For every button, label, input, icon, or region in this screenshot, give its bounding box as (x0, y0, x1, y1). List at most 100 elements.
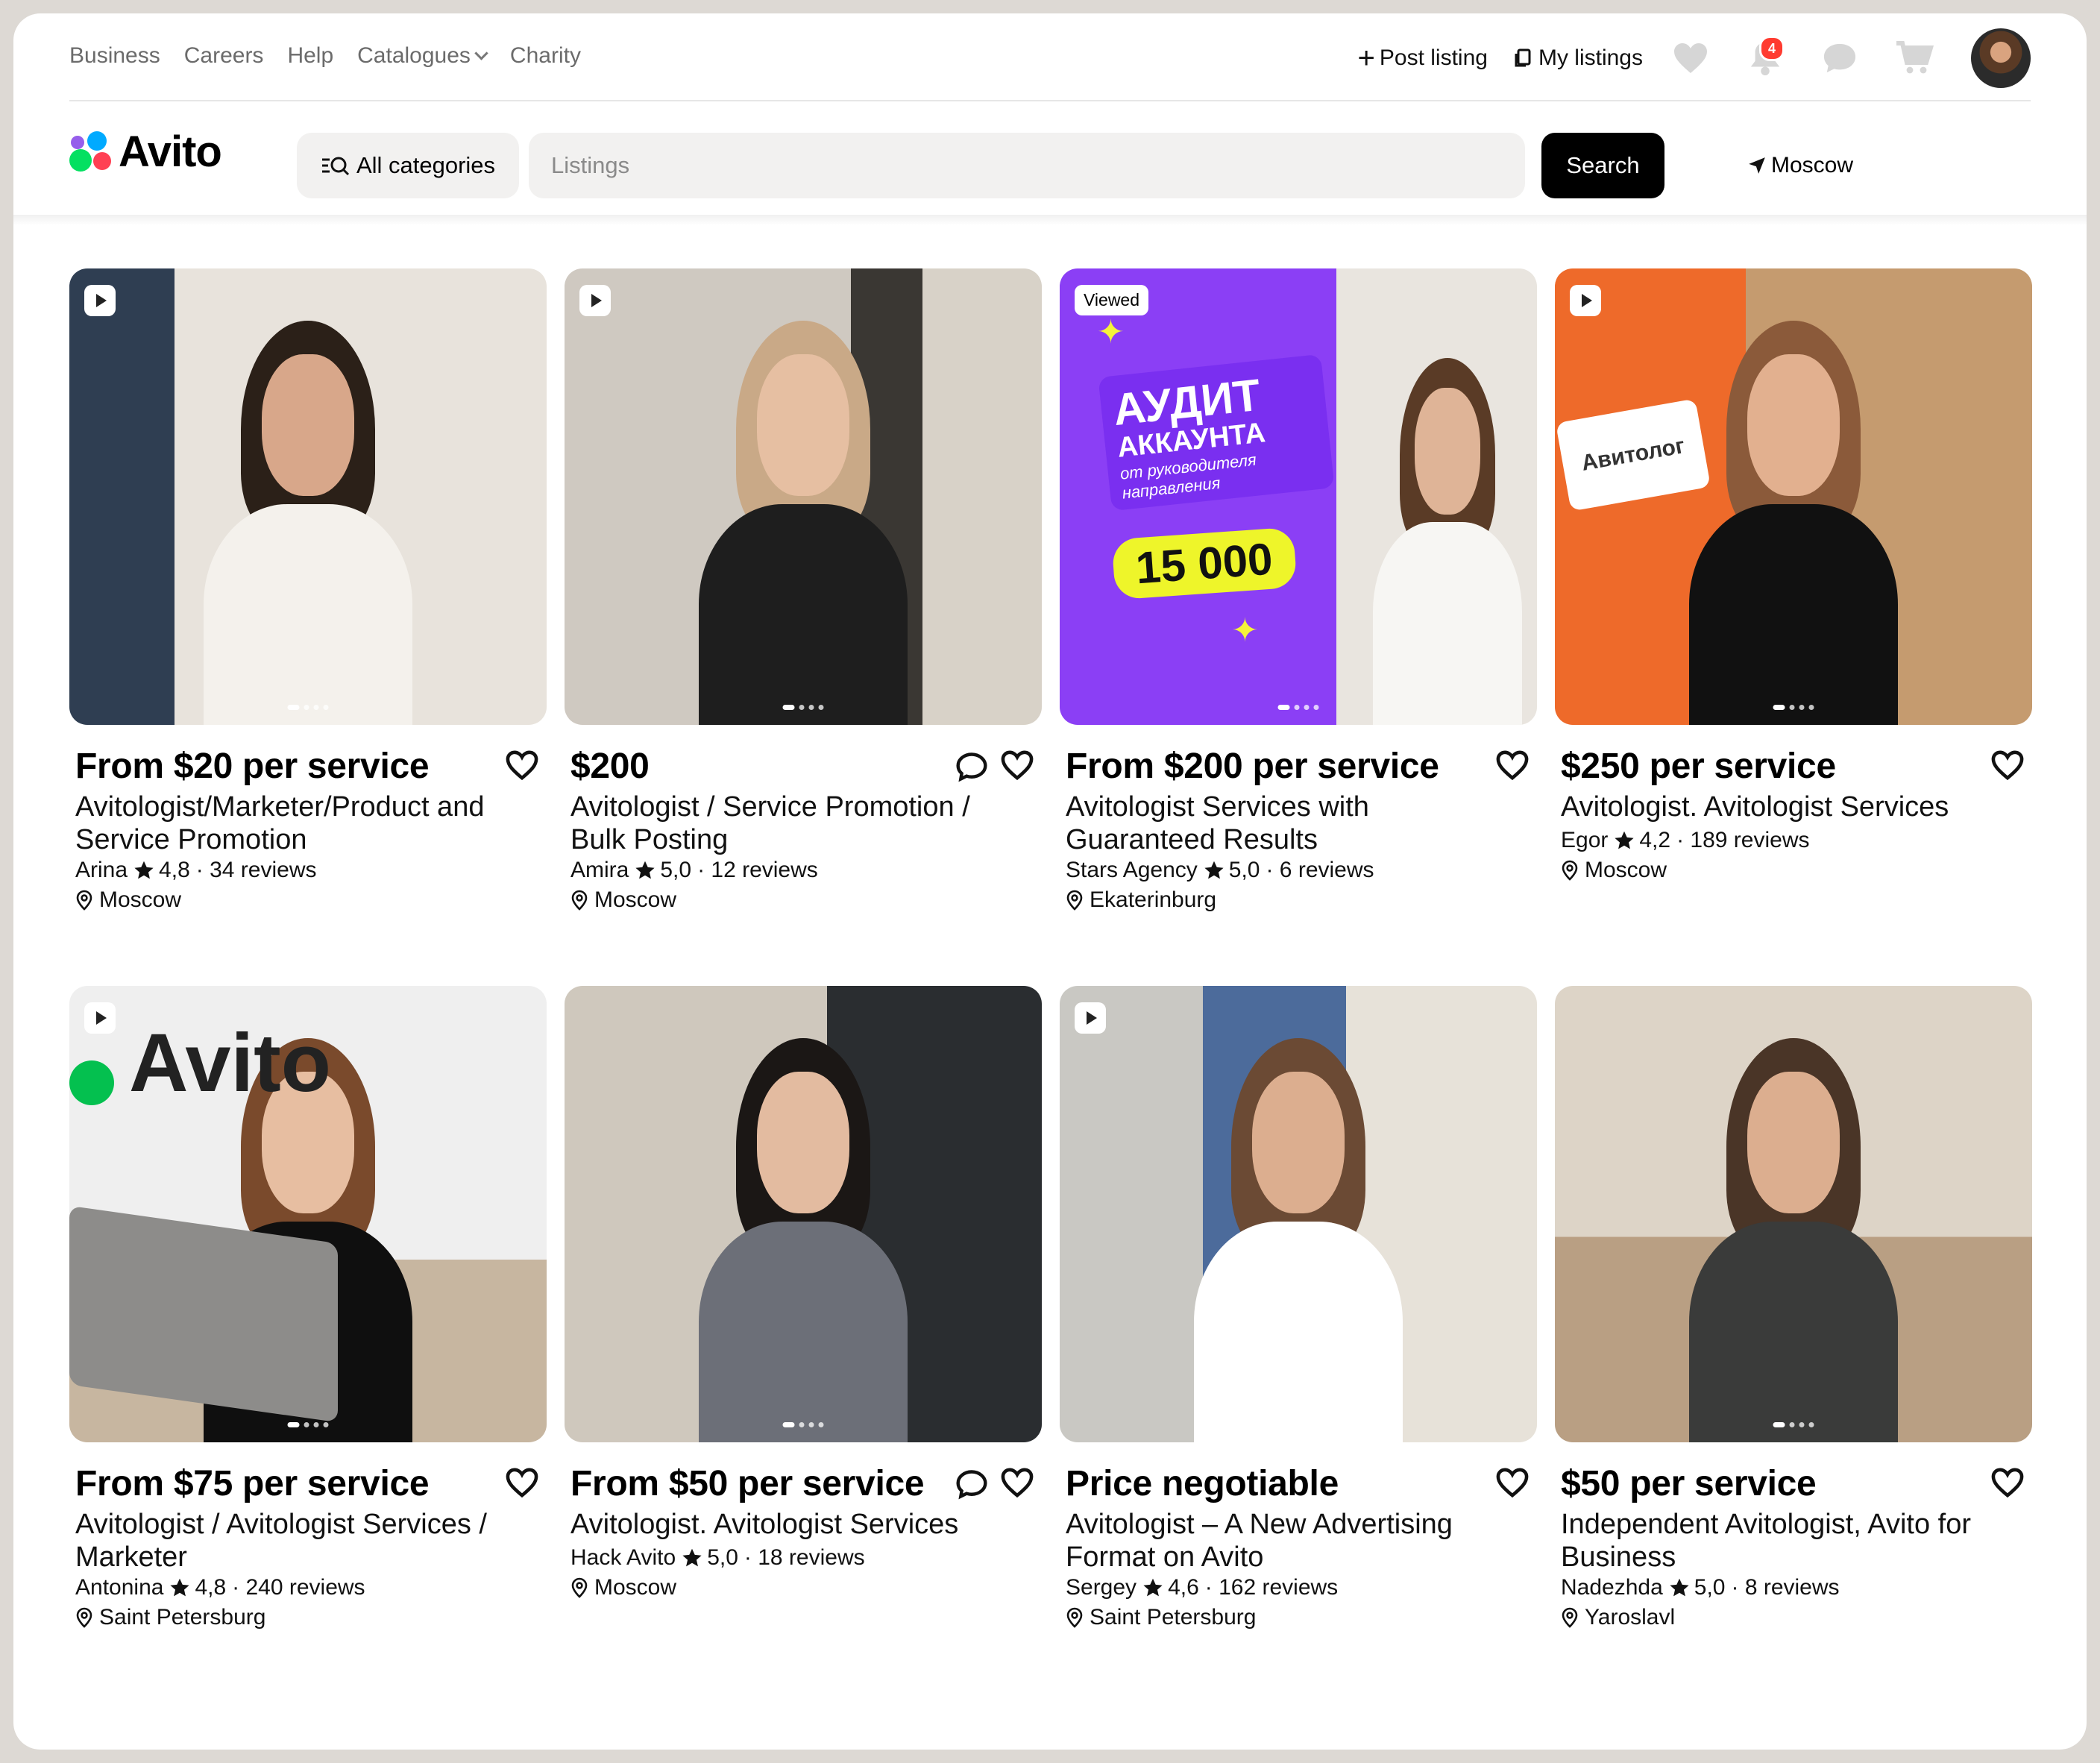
seller-info[interactable]: Nadezhda 5,0 · 8 reviews (1561, 1575, 1840, 1600)
listing-card[interactable]: $50 per service Independent Avitologist, … (1555, 986, 2032, 1630)
carousel-dots[interactable] (287, 1422, 329, 1427)
seller-info[interactable]: Stars Agency 5,0 · 6 reviews (1066, 858, 1374, 883)
avito-logo[interactable]: Avito (69, 127, 222, 177)
favorites-button[interactable] (1668, 36, 1713, 81)
listing-card[interactable]: Price negotiable Avitologist – A New Adve… (1060, 986, 1537, 1630)
post-listing-link[interactable]: + Post listing (1358, 43, 1488, 73)
listing-price[interactable]: From $75 per service (75, 1463, 430, 1504)
listings-icon (1515, 48, 1531, 67)
seller-info[interactable]: Arina 4,8 · 34 reviews (75, 858, 316, 883)
cart-button[interactable] (1892, 36, 1937, 81)
listing-title[interactable]: Avitologist. Avitologist Services (1561, 791, 1978, 823)
chat-bubble-icon[interactable] (955, 1468, 988, 1503)
listing-card[interactable]: From $20 per service Avitologist/Marketer… (69, 268, 547, 912)
listing-price[interactable]: $250 per service (1561, 746, 1836, 787)
seller-info[interactable]: Antonina 4,8 · 240 reviews (75, 1575, 365, 1600)
carousel-dots[interactable] (1277, 1422, 1319, 1427)
favorite-heart-icon[interactable] (1990, 1467, 2025, 1502)
carousel-dots[interactable] (1773, 1422, 1814, 1427)
listing-price[interactable]: Price negotiable (1066, 1463, 1339, 1504)
carousel-dots[interactable] (1277, 705, 1319, 710)
listing-photo[interactable] (1555, 986, 2032, 1442)
listing-title[interactable]: Avitologist / Avitologist Services / Mar… (75, 1508, 493, 1574)
nav-link-charity[interactable]: Charity (510, 43, 581, 69)
listing-title[interactable]: Avitologist – A New Advertising Format o… (1066, 1508, 1483, 1574)
listing-title[interactable]: Avitologist/Marketer/Product and Service… (75, 791, 493, 856)
location-selector[interactable]: Moscow (1747, 133, 1853, 198)
listing-card[interactable]: Авитолог $250 per service Avitologist. Avi… (1555, 268, 2032, 882)
map-pin-icon (571, 890, 588, 911)
seller-info[interactable]: Sergey 4,6 · 162 reviews (1066, 1575, 1338, 1600)
listing-photo[interactable] (565, 986, 1042, 1442)
listing-location: Ekaterinburg (1066, 887, 1216, 913)
favorite-heart-icon[interactable] (1495, 1467, 1530, 1502)
nav-link-help[interactable]: Help (287, 43, 333, 69)
seller-info[interactable]: Amira 5,0 · 12 reviews (570, 858, 818, 883)
listing-card[interactable]: Avito From $75 per service Avitologist / … (69, 986, 547, 1630)
user-avatar[interactable] (1971, 28, 2031, 88)
nav-link-business[interactable]: Business (69, 43, 160, 69)
play-video-icon[interactable] (84, 1002, 116, 1034)
seller-name: Arina (75, 858, 128, 882)
review-count: · 8 reviews (1731, 1575, 1840, 1600)
listing-photo[interactable] (565, 268, 1042, 725)
listing-title[interactable]: Independent Avitologist, Avito for Busin… (1561, 1508, 1978, 1574)
person-figure (1689, 1038, 1898, 1442)
listing-location: Saint Petersburg (1066, 1605, 1256, 1630)
listing-price[interactable]: $50 per service (1561, 1463, 1817, 1504)
top-bar: Business Careers Help Catalogues Charity… (69, 13, 2031, 101)
carousel-dots[interactable] (782, 705, 824, 710)
my-listings-link[interactable]: My listings (1513, 45, 1643, 71)
play-video-icon[interactable] (1075, 1002, 1106, 1034)
favorite-heart-icon[interactable] (1000, 1467, 1034, 1502)
favorite-heart-icon[interactable] (1000, 749, 1034, 785)
listing-price[interactable]: From $50 per service (570, 1463, 925, 1504)
city-name: Moscow (594, 887, 677, 912)
listing-title[interactable]: Avitologist / Service Promotion / Bulk P… (570, 791, 988, 856)
listing-card[interactable]: From $50 per service Avitologist. Avitolo… (565, 986, 1042, 1600)
listing-card[interactable]: $200 Avitologist / Service Promotion / Bu… (565, 268, 1042, 912)
carousel-dots[interactable] (782, 1422, 824, 1427)
seller-rating: 5,0 (660, 858, 692, 882)
listing-photo[interactable] (69, 268, 547, 725)
seller-rating: 4,2 (1639, 828, 1671, 852)
notifications-button[interactable]: 4 (1743, 36, 1788, 81)
messages-button[interactable] (1817, 36, 1862, 81)
map-pin-icon (1066, 890, 1083, 911)
nav-link-careers[interactable]: Careers (184, 43, 264, 69)
listing-photo[interactable]: Avito (69, 986, 547, 1442)
listing-photo[interactable]: АУДИТ АККАУНТА от руководителя направлен… (1060, 268, 1537, 725)
play-video-icon[interactable] (1570, 285, 1601, 316)
listing-photo[interactable] (1060, 986, 1537, 1442)
play-video-icon[interactable] (579, 285, 611, 316)
listing-title[interactable]: Avitologist Services with Guaranteed Res… (1066, 791, 1483, 856)
location-label: Moscow (1771, 153, 1854, 177)
person-figure (699, 1038, 908, 1442)
listing-price[interactable]: From $200 per service (1066, 746, 1439, 787)
search-input[interactable] (529, 133, 1525, 198)
viewed-badge: Viewed (1075, 285, 1149, 315)
play-video-icon[interactable] (84, 285, 116, 316)
seller-rating: 4,8 (195, 1575, 227, 1600)
search-button[interactable]: Search (1541, 133, 1664, 198)
carousel-dots[interactable] (1773, 705, 1814, 710)
favorite-heart-icon[interactable] (505, 749, 539, 785)
logo-text: Avito (119, 128, 222, 176)
heart-icon (1674, 43, 1707, 73)
listing-photo[interactable]: Авитолог (1555, 268, 2032, 725)
seller-info[interactable]: Hack Avito 5,0 · 18 reviews (570, 1545, 865, 1571)
nav-link-catalogues[interactable]: Catalogues (357, 43, 488, 69)
carousel-dots[interactable] (287, 705, 329, 710)
favorite-heart-icon[interactable] (1990, 749, 2025, 785)
listing-price[interactable]: From $20 per service (75, 746, 430, 787)
favorite-heart-icon[interactable] (505, 1467, 539, 1502)
favorite-heart-icon[interactable] (1495, 749, 1530, 785)
all-categories-button[interactable]: All categories (297, 133, 519, 198)
city-name: Saint Petersburg (99, 1605, 266, 1630)
seller-info[interactable]: Egor 4,2 · 189 reviews (1561, 828, 1810, 853)
listing-price[interactable]: $200 (570, 746, 650, 787)
seller-name: Nadezhda (1561, 1575, 1663, 1600)
listing-card[interactable]: АУДИТ АККАУНТА от руководителя направлен… (1060, 268, 1537, 912)
listing-title[interactable]: Avitologist. Avitologist Services (570, 1508, 988, 1541)
chat-bubble-icon[interactable] (955, 751, 988, 786)
